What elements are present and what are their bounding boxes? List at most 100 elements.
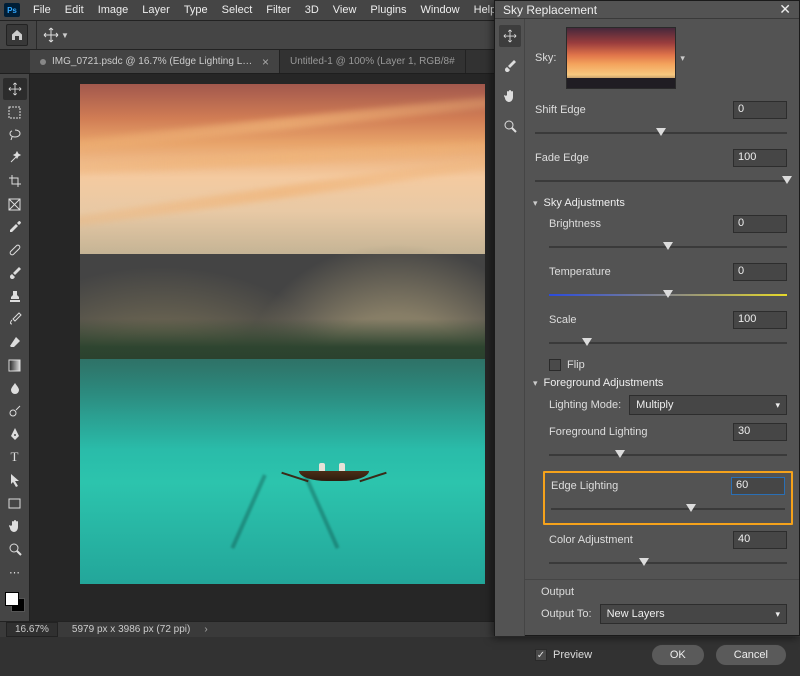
dialog-move-tool[interactable] [499,25,521,47]
home-button[interactable] [6,24,28,46]
blur-tool[interactable] [3,377,27,399]
marquee-tool[interactable] [3,101,27,123]
document-canvas[interactable] [80,84,485,584]
checkbox-checked-icon: ✓ [535,649,547,661]
section-label: Foreground Adjustments [544,377,664,389]
hand-tool[interactable] [3,515,27,537]
home-icon [11,29,23,41]
crop-icon [8,174,22,188]
dialog-brush-tool[interactable] [499,55,521,77]
chevron-down-icon: ▾ [533,378,538,389]
lasso-tool[interactable] [3,124,27,146]
flip-checkbox[interactable]: Flip [549,359,787,371]
close-icon[interactable]: × [262,55,269,69]
dialog-hand-tool[interactable] [499,85,521,107]
eraser-tool[interactable] [3,331,27,353]
menu-layer[interactable]: Layer [135,2,177,18]
type-tool[interactable]: T [3,446,27,468]
eyedropper-tool[interactable] [3,216,27,238]
fade-edge-slider[interactable] [535,173,787,189]
fade-edge-value[interactable]: 100 [733,149,787,167]
preview-checkbox[interactable]: ✓ Preview [535,649,592,661]
preview-label: Preview [553,649,592,661]
chevron-down-icon[interactable]: ▾ [680,53,685,64]
foreground-lighting-slider[interactable] [549,447,787,463]
output-to-select[interactable]: New Layers ▾ [600,604,787,624]
dialog-zoom-tool[interactable] [499,115,521,137]
edit-toolbar[interactable]: ⋯ [3,561,27,583]
color-swatches[interactable] [5,592,25,612]
scale-label: Scale [549,314,577,326]
bandage-icon [8,243,22,257]
cancel-button[interactable]: Cancel [715,644,787,666]
scale-slider[interactable] [549,335,787,351]
move-icon [43,27,59,43]
foreground-color-swatch[interactable] [5,592,19,606]
dialog-tool-strip [495,19,525,636]
brightness-value[interactable]: 0 [733,215,787,233]
lighting-mode-select[interactable]: Multiply ▾ [629,395,787,415]
menu-view[interactable]: View [326,2,364,18]
color-adjustment-value[interactable]: 40 [733,531,787,549]
menu-plugins[interactable]: Plugins [363,2,413,18]
checkbox-icon [549,359,561,371]
menu-filter[interactable]: Filter [259,2,297,18]
close-icon[interactable]: ✕ [779,1,791,18]
zoom-icon [8,542,22,556]
stamp-tool[interactable] [3,285,27,307]
frame-tool[interactable] [3,193,27,215]
flip-label: Flip [567,359,585,371]
document-tab-active[interactable]: IMG_0721.psdc @ 16.7% (Edge Lighting Lev… [30,50,280,73]
menu-window[interactable]: Window [414,2,467,18]
scale-value[interactable]: 100 [733,311,787,329]
quick-select-tool[interactable] [3,147,27,169]
sky-adjustments-section[interactable]: ▾ Sky Adjustments [533,197,787,209]
menu-select[interactable]: Select [215,2,260,18]
foreground-lighting-value[interactable]: 30 [733,423,787,441]
menu-image[interactable]: Image [91,2,136,18]
menu-edit[interactable]: Edit [58,2,91,18]
foreground-lighting-label: Foreground Lighting [549,426,647,438]
pen-tool[interactable] [3,423,27,445]
color-adjustment-slider[interactable] [549,555,787,571]
hand-icon [8,519,22,533]
temperature-slider[interactable] [549,287,787,303]
dodge-tool[interactable] [3,400,27,422]
brush-tool[interactable] [3,262,27,284]
ok-button[interactable]: OK [651,644,705,666]
document-info: 5979 px x 3986 px (72 ppi) [72,624,190,635]
shape-tool[interactable] [3,492,27,514]
document-tab-inactive[interactable]: Untitled-1 @ 100% (Layer 1, RGB/8# [280,50,466,73]
menu-file[interactable]: File [26,2,58,18]
dodge-icon [8,404,22,418]
app-logo: Ps [4,3,20,17]
chevron-down-icon[interactable]: ▼ [61,31,69,40]
brightness-slider[interactable] [549,239,787,255]
shift-edge-value[interactable]: 0 [733,101,787,119]
menu-type[interactable]: Type [177,2,215,18]
edge-lighting-value[interactable]: 60 [731,477,785,495]
sky-preset-thumbnail[interactable] [566,27,676,89]
dialog-footer: ✓ Preview OK Cancel [495,636,799,676]
chevron-right-icon[interactable]: › [204,624,207,635]
healing-tool[interactable] [3,239,27,261]
eraser-icon [8,335,22,349]
move-tool[interactable] [3,78,27,100]
shift-edge-slider[interactable] [535,125,787,141]
edge-lighting-slider[interactable] [551,501,785,517]
temperature-value[interactable]: 0 [733,263,787,281]
dialog-titlebar[interactable]: Sky Replacement ✕ [495,1,799,19]
path-select-tool[interactable] [3,469,27,491]
temperature-label: Temperature [549,266,611,278]
image-boat [299,459,369,481]
menu-3d[interactable]: 3D [298,2,326,18]
shift-edge-label: Shift Edge [535,104,586,116]
crop-tool[interactable] [3,170,27,192]
gradient-tool[interactable] [3,354,27,376]
foreground-adjustments-section[interactable]: ▾ Foreground Adjustments [533,377,787,389]
zoom-icon [503,119,517,133]
zoom-level[interactable]: 16.67% [6,622,58,637]
history-brush-tool[interactable] [3,308,27,330]
zoom-tool[interactable] [3,538,27,560]
edge-lighting-highlight: Edge Lighting 60 [543,471,793,525]
